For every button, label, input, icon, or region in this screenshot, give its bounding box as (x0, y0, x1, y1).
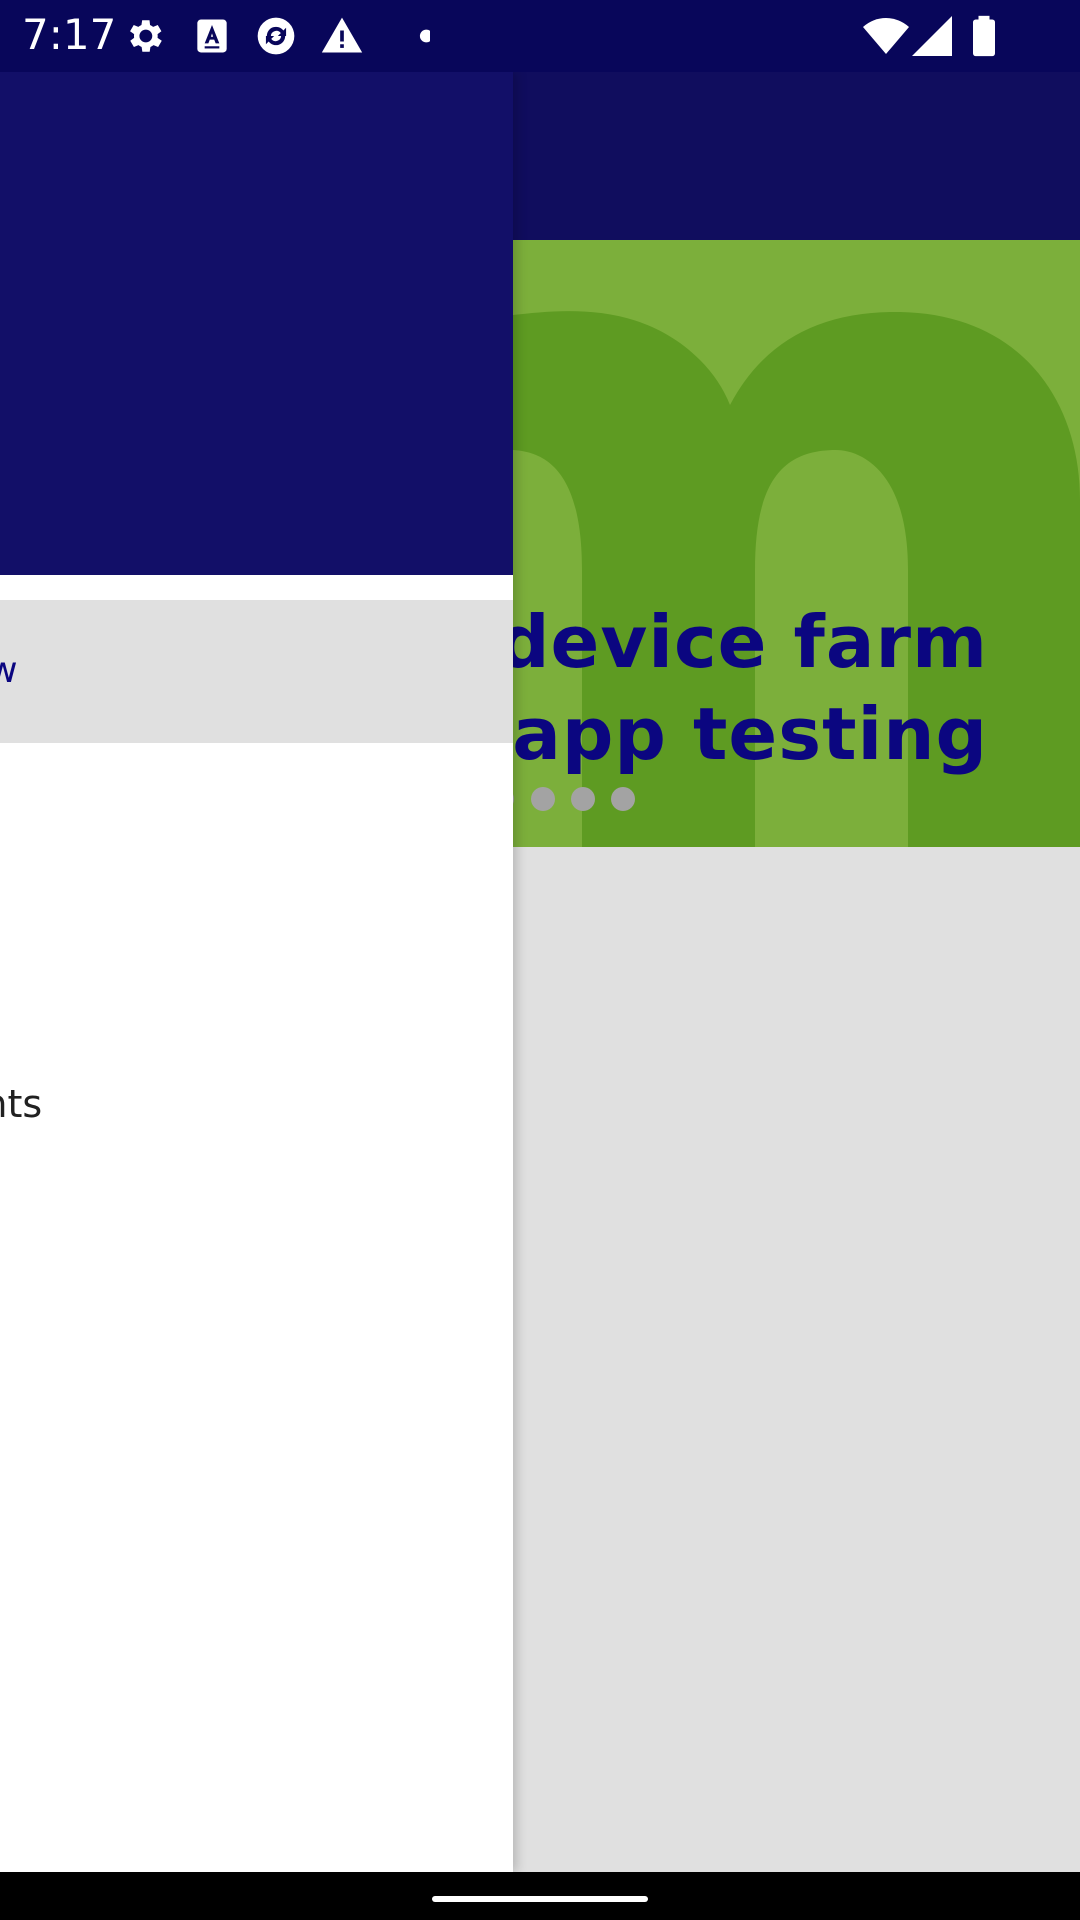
drawer-item-label: ew (0, 650, 18, 691)
home-gesture-handle[interactable] (432, 1896, 648, 1902)
drawer-item-label: ents (0, 1082, 43, 1126)
carousel-page-dot[interactable] (571, 787, 595, 811)
drawer-item[interactable]: ents (0, 1072, 513, 1192)
drawer-item-selected[interactable]: ew (0, 600, 513, 743)
drawer-header (0, 72, 513, 575)
status-time: 7:17 (22, 10, 117, 59)
sync-app-icon (257, 17, 295, 55)
navigation-drawer: ew ents (0, 72, 513, 1872)
status-bar: 7:17 (0, 0, 1080, 72)
carousel-headline-line-2: e app testing (436, 692, 988, 776)
carousel-page-dot[interactable] (611, 787, 635, 811)
dot-icon (419, 29, 430, 43)
battery-icon (973, 15, 995, 57)
wifi-icon (863, 18, 909, 54)
warning-icon (321, 17, 363, 53)
signal-icon (912, 16, 952, 56)
carousel-page-dot[interactable] (531, 787, 555, 811)
screen: e device farm e app testing ew ents 7:17 (0, 0, 1080, 1920)
settings-icon (130, 20, 162, 52)
font-a-icon (197, 19, 227, 53)
